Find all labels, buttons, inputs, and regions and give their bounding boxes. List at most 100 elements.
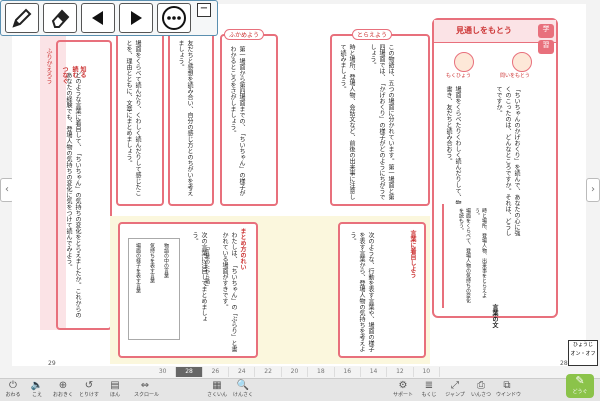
triangle-right-icon xyxy=(131,11,142,25)
deepen-box: 第一場面から第四場面までの、「ちいちゃん」の様子がわかるところをさがしましょう。 xyxy=(220,34,278,206)
deepen-tag: ふかめよう xyxy=(224,29,265,40)
toolbar-label: いんさつ xyxy=(470,392,491,398)
toolbar-label: ジャンプ xyxy=(445,392,465,398)
summary-example-box: まとめ方のれい わたしは、「ちいちゃん」の「ぶらり」と書かれている場面がすきです… xyxy=(118,222,258,358)
bullet-item: 場面をくらべて、登場人物の気持ちの変化を読もう。 xyxy=(458,208,471,303)
pencil-icon: ✎ xyxy=(575,374,585,387)
window-icon: ⧉ xyxy=(503,380,511,391)
toolbar-label: けんさく xyxy=(232,392,253,398)
review-label: ふりかえろう xyxy=(45,48,52,84)
prev-page-button[interactable] xyxy=(81,3,115,33)
triangle-left-icon xyxy=(92,11,103,25)
jump-icon: ⤢ xyxy=(451,380,459,391)
page-thumb[interactable]: 28 xyxy=(176,367,203,377)
palette-minimize-button[interactable]: − xyxy=(197,3,211,17)
study-badge: 学 xyxy=(538,24,554,38)
book-button[interactable]: ▤ ほん xyxy=(104,380,126,398)
toolbar-label: サポート xyxy=(392,392,413,398)
tool-palette: − xyxy=(0,0,218,36)
textbook-spread: ふりかえろう 知る 読む つなぐ どのような言葉に着目して、「ちいちゃん」の気持… xyxy=(12,4,586,367)
display-toggle-label: ひょうじ xyxy=(572,342,593,348)
page-thumb[interactable]: 10 xyxy=(414,367,440,377)
toolbar-label: ウインドウ xyxy=(496,392,522,398)
grid-button[interactable]: ▦ さくいん xyxy=(206,380,228,398)
grasp-tag: とらえよう xyxy=(352,29,393,40)
ellipsis-icon xyxy=(162,6,186,30)
search-icon: 🔍 xyxy=(236,380,250,391)
page-thumb[interactable]: 20 xyxy=(282,367,309,377)
goal-character-icon xyxy=(454,52,474,72)
summary-heading: まとめ方のれい xyxy=(239,228,246,270)
display-toggle[interactable]: ひょうじ オン・オフ xyxy=(568,340,598,366)
page-next-arrow[interactable]: › xyxy=(586,178,600,202)
speaker-button[interactable]: 🔈 こえ xyxy=(26,380,48,398)
summary-list-item: 気持ちを表す言葉 xyxy=(149,243,155,283)
more-button[interactable] xyxy=(157,3,191,33)
deepen-text: 第一場面から第四場面までの、「ちいちゃん」の様子がわかるところをさがしましょう。 xyxy=(229,46,245,196)
summary-list-box: 物語の中の言葉 気持ちを表す言葉 場面の様子を表す言葉 xyxy=(128,238,180,340)
study-badge: 習 xyxy=(538,40,554,54)
page-thumb[interactable]: 30 xyxy=(150,367,177,377)
pen-button[interactable] xyxy=(5,3,39,33)
tools-corner-button[interactable]: ✎ どうぐ xyxy=(566,374,594,398)
power-icon: ⏻ xyxy=(9,380,17,391)
print-button[interactable]: ⎙ いんさつ xyxy=(470,380,492,398)
toolbar-label: さくいん xyxy=(206,392,227,398)
power-button[interactable]: ⏻ おわる xyxy=(2,380,24,398)
list-button[interactable]: ≣ もくじ xyxy=(418,380,440,398)
page-strip: 30 28 26 24 22 20 18 16 14 12 10 xyxy=(150,367,440,377)
gear-icon: ⚙ xyxy=(398,380,408,391)
page-thumb[interactable]: 18 xyxy=(308,367,335,377)
new-words-label: 言葉の文 xyxy=(491,304,498,328)
left-page-number: 29 xyxy=(48,360,56,367)
toolbar-label: スクロール xyxy=(134,392,160,398)
zoom-in-button[interactable]: ⊕ おおきく xyxy=(52,380,74,398)
book-icon: ▤ xyxy=(110,380,120,391)
word-focus-heading: 言葉に着目しよう xyxy=(409,230,416,278)
gear-button[interactable]: ⚙ サポート xyxy=(392,380,414,398)
tools-corner-label: どうぐ xyxy=(572,389,588,395)
page-thumb[interactable]: 24 xyxy=(229,367,256,377)
list-icon: ≣ xyxy=(424,380,434,391)
summary-text2: 次の言葉に注目してまとめましょう。 xyxy=(191,232,207,322)
scroll-button[interactable]: ⇔ スクロール xyxy=(134,380,160,398)
search-button[interactable]: 🔍 けんさく xyxy=(232,380,254,398)
summary-list-item: 物語の中の言葉 xyxy=(163,243,169,278)
question-text-1: 場面をくらべて読んだり、くわしく読んだりして感じたことを、理由とともに、文章にま… xyxy=(125,40,141,196)
pencil-icon xyxy=(12,8,32,28)
grid-icon: ▦ xyxy=(212,380,222,391)
page-thumb[interactable]: 26 xyxy=(203,367,230,377)
undo-icon: ↺ xyxy=(84,380,94,391)
toolbar-label: おおきく xyxy=(52,392,73,398)
goal-label: もくひょう xyxy=(446,73,472,79)
zoom-in-icon: ⊕ xyxy=(58,380,68,391)
print-icon: ⎙ xyxy=(477,380,485,391)
right-page-number: 28 xyxy=(560,360,568,367)
summary-list-item: 場面の様子を表す言葉 xyxy=(135,243,141,293)
word-focus-box: 言葉に着目しよう 次のような、行動を表す言葉や、場面の様子を表す言葉から、登場人… xyxy=(338,222,426,358)
toolbar-label: おわる xyxy=(5,392,21,398)
eraser-icon xyxy=(51,9,70,28)
speaker-icon: 🔈 xyxy=(30,380,44,391)
toolbar-label: とりけす xyxy=(78,392,99,398)
page-thumb[interactable]: 14 xyxy=(361,367,388,377)
review-box: どのような言葉に着目して、「ちいちゃん」の気持ちの変化をとらえましたか。これから… xyxy=(56,40,112,330)
undo-button[interactable]: ↺ とりけす xyxy=(78,380,100,398)
page-thumb[interactable]: 12 xyxy=(387,367,414,377)
eraser-button[interactable] xyxy=(43,3,77,33)
page-thumb[interactable]: 16 xyxy=(335,367,361,377)
grasp-subtext: 時と場所、登場人物、会話文など、前後の出来事に注意して読みましょう。 xyxy=(339,44,355,200)
word-focus-text: 次のような、行動を表す言葉や、場面の様子を表す言葉から、登場人物の気持ちを考えよ… xyxy=(349,232,374,352)
question-box-2: 友だちと感想を読み合い、自分の感じ方とのちがいを考えましょう。 xyxy=(168,30,214,206)
grasp-text: この物語は、五つの場面に分かれています。第一場面と第四場面では、「かげおくり」の… xyxy=(369,44,394,200)
question-label: 問いをもとう xyxy=(500,73,530,79)
page-thumb[interactable]: 22 xyxy=(255,367,282,377)
summary-text: わたしは、「ちいちゃん」の「ぶらり」と書かれている場面がすきです。 xyxy=(221,232,237,352)
window-button[interactable]: ⧉ ウインドウ xyxy=(496,380,522,398)
question-box-1: 場面をくらべて読んだり、くわしく読んだりして感じたことを、理由とともに、文章にま… xyxy=(116,30,164,206)
review-text: どのような言葉に着目して、「ちいちゃん」の気持ちの変化をとらえましたか。これから… xyxy=(65,72,81,318)
jump-button[interactable]: ⤢ ジャンプ xyxy=(444,380,466,398)
next-page-button[interactable] xyxy=(119,3,153,33)
outlook-title: 見通しをもとう xyxy=(456,26,512,35)
question-character-icon xyxy=(512,52,532,72)
